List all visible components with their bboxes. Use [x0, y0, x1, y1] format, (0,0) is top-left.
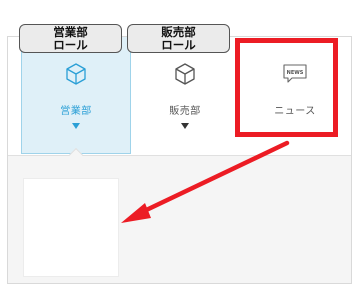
red-arrow-annotation — [121, 140, 290, 223]
screenshot-stage: 営業部 販売部 NEWS ニュース 営業部 ロール 販売部 ロール — [0, 0, 362, 300]
